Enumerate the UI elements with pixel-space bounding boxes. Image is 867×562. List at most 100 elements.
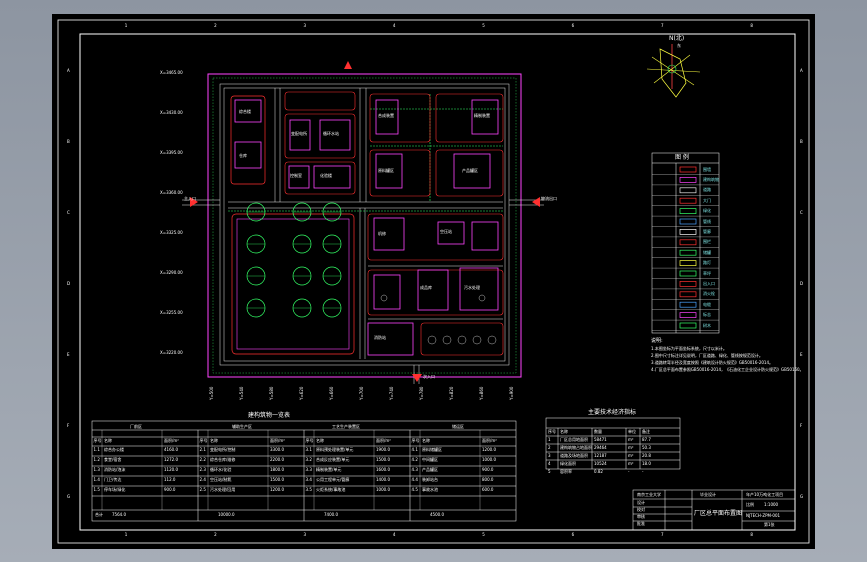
table-cell: 门卫/传达 — [104, 477, 122, 482]
indicator-cell: 绿化面积 — [560, 461, 576, 466]
title-block-role: 设计 — [637, 500, 645, 505]
fence-icon — [679, 239, 697, 246]
table-cell: 1400.0 — [376, 477, 390, 482]
table-header-cell: 面积/m² — [270, 438, 285, 443]
legend-item-label: 电缆 — [703, 301, 711, 307]
table-cell: 消防站/泡沫 — [104, 467, 126, 472]
table-cell: 1120.0 — [164, 467, 178, 472]
building-label: 机修 — [378, 231, 386, 236]
hydrant-icon — [679, 291, 697, 298]
table-cell: 事故水池 — [422, 487, 438, 492]
coordinate-label: X=3325.00 — [160, 230, 183, 235]
table-cell: 1000.0 — [482, 457, 496, 462]
table-cell: 公用工程单元/管廊 — [316, 477, 350, 482]
border-row-label: C — [67, 210, 70, 216]
indicator-cell: 4 — [548, 461, 551, 466]
indicator-cell: 1 — [548, 437, 551, 442]
wall-line-icon — [679, 166, 697, 173]
table-cell: 2.4 — [199, 477, 206, 482]
table-cell: 停车场/绿化 — [104, 487, 126, 492]
title-block-scale-label: 比例 — [746, 502, 754, 507]
table-cell: 4160.0 — [164, 447, 178, 452]
legend-item-label: 围墙 — [703, 166, 711, 172]
table-cell: 900.0 — [482, 467, 494, 472]
note-line-3: 3.道路转弯半径及宽度按照《建筑设计防火规范》GB50016-2014。 — [651, 360, 774, 365]
table-cell: 变配电所/控制 — [210, 447, 236, 452]
border-row-label: G — [67, 493, 71, 499]
bottom-coordinate-label: Y=700 — [359, 386, 364, 400]
table-cell: 1000.0 — [376, 487, 390, 492]
table-cell: 3.2 — [305, 457, 312, 462]
table-cell: 2.5 — [199, 487, 206, 492]
table-cell: 中间罐区 — [422, 457, 438, 462]
building-label: 原料罐区 — [378, 168, 394, 173]
legend-item-label: 储罐 — [703, 249, 711, 255]
table-cell: 空压站/制氮 — [210, 477, 232, 482]
border-column-label: 8 — [750, 532, 753, 537]
coordinate-label: X=3255.00 — [160, 310, 183, 315]
table-header-cell: 序号 — [305, 438, 314, 443]
coordinate-label: X=3430.00 — [160, 110, 183, 115]
building-label: 仓库 — [239, 153, 247, 158]
table-cell: 1.3 — [93, 467, 100, 472]
table-header-cell: 序号 — [93, 438, 102, 443]
title-block-role: 批准 — [637, 521, 645, 526]
border-column-label: 2 — [214, 23, 217, 28]
title-block-drawing-number: NJTECH-ZPM-001 — [746, 513, 781, 518]
indicator-cell: 道路及场地面积 — [560, 453, 588, 458]
table-cell: 800.0 — [482, 477, 494, 482]
site-wall — [207, 73, 522, 378]
border-column-label: 8 — [750, 23, 753, 28]
building-label: 消防站 — [374, 335, 386, 340]
gate-icon — [679, 197, 697, 204]
indicator-header-cell: 单位 — [628, 429, 636, 434]
border-row-label: B — [800, 139, 803, 145]
indicator-cell: 5 — [548, 469, 551, 474]
border-row-label: G — [800, 493, 804, 499]
bottom-coordinate-label: Y=620 — [299, 386, 304, 400]
border-column-label: 3 — [303, 532, 306, 537]
table-cell: 4.2 — [411, 457, 418, 462]
table-cell: 2200.0 — [270, 457, 284, 462]
table-group-label: 储运区 — [452, 424, 464, 429]
indicator-cell: m² — [628, 445, 634, 450]
table-cell: 循环水/化验 — [210, 467, 232, 472]
table-header-cell: 名称 — [210, 438, 218, 443]
table-total-cell: 7400.0 — [324, 512, 338, 517]
legend-item-label: 消火栓 — [703, 291, 715, 297]
border-column-label: 6 — [571, 532, 575, 537]
legend-item-label: 围栏 — [703, 239, 711, 245]
table-cell: 3.1 — [305, 447, 312, 452]
border-column-label: 4 — [392, 23, 396, 28]
bottom-coordinate-label: Y=860 — [479, 386, 484, 400]
table-cell: 综合仓库/维修 — [210, 457, 236, 462]
table-cell: 综合办公楼 — [104, 447, 124, 452]
table-cell: 原料储罐区 — [422, 447, 442, 452]
building-table-frame — [91, 420, 517, 522]
drawing-sheet: 1 1 2 2 3 3 4 4 5 5 6 6 7 7 8 8 A A B B C C D D E E F F G G N(北) 东 图… — [52, 14, 815, 549]
border-column-label: 5 — [482, 23, 485, 28]
table-header-cell: 序号 — [411, 438, 420, 443]
table-cell: 4.5 — [411, 487, 418, 492]
indicator-cell: 2 — [548, 445, 551, 450]
border-column-label: 7 — [660, 532, 664, 537]
note-line-1: 1.本图坐标为平面坐标系统，尺寸以米计。 — [651, 346, 727, 351]
note-line-4: 4.厂区总平面布置参照GB50016-2014，《石油化工企业设计防火规范》GB… — [651, 367, 804, 372]
indicator-cell: 29464 — [594, 445, 607, 450]
indicator-cell: - — [628, 469, 630, 474]
note-line-2: 2.图中尺寸标注详见说明，厂区道路、绿化、管线按规范设计。 — [651, 353, 763, 358]
table-cell: 精制装置/单元 — [316, 467, 342, 472]
lamp-icon — [679, 260, 697, 266]
bottom-coordinate-label: Y=500 — [209, 386, 214, 400]
tree-icon — [679, 322, 697, 329]
building-label: 化验楼 — [320, 173, 332, 178]
table-cell: 装卸站台 — [422, 477, 438, 482]
border-row-label: C — [800, 210, 803, 216]
indicator-header-cell: 序号 — [548, 429, 556, 434]
building-label: 精制装置 — [474, 113, 490, 118]
indicator-table-title: 主要技术经济指标 — [588, 409, 637, 416]
building-label: 控制室 — [290, 173, 302, 178]
table-group-label: 厂前区 — [130, 424, 142, 429]
north-arrow-icon — [646, 44, 701, 98]
table-cell: 1.4 — [93, 477, 100, 482]
